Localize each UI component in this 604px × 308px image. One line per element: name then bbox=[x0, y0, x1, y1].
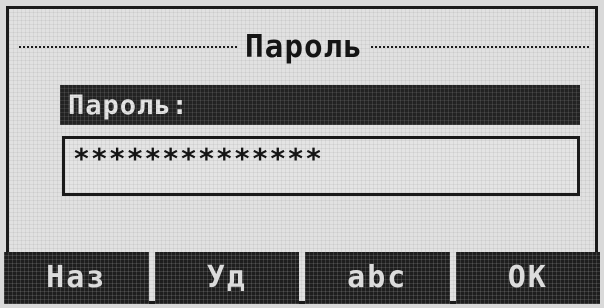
ok-softkey[interactable]: OK bbox=[455, 252, 600, 304]
back-softkey-label: Наз bbox=[46, 260, 107, 295]
input-mode-softkey[interactable]: abc bbox=[305, 252, 450, 304]
page-title: Пароль bbox=[245, 28, 363, 65]
password-value: ************** bbox=[73, 142, 324, 175]
title-rule-right bbox=[371, 46, 590, 48]
delete-softkey-label: Уд bbox=[206, 260, 247, 295]
password-field[interactable]: ************** bbox=[62, 136, 580, 196]
password-label: Пароль: bbox=[68, 89, 189, 121]
softkey-bar: Наз Уд abc OK bbox=[4, 252, 600, 304]
phone-screen: Пароль Пароль: ************** Наз Уд abc… bbox=[0, 0, 604, 308]
title-rule-left bbox=[19, 46, 238, 48]
title-bar: Пароль bbox=[19, 27, 590, 67]
ok-softkey-label: OK bbox=[507, 260, 548, 295]
password-label-bar: Пароль: bbox=[60, 85, 580, 125]
delete-softkey[interactable]: Уд bbox=[154, 252, 299, 304]
input-mode-softkey-label: abc bbox=[347, 260, 408, 295]
back-softkey[interactable]: Наз bbox=[4, 252, 149, 304]
